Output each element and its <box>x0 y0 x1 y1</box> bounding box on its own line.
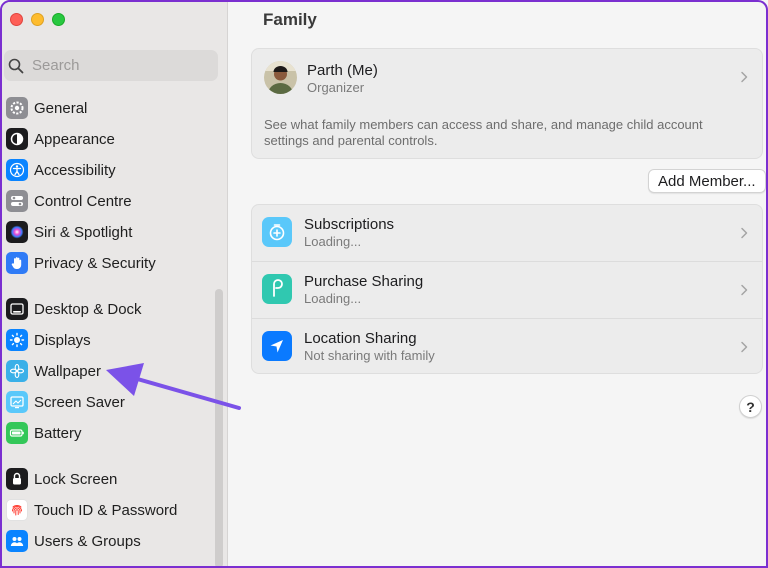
sidebar-item-accessibility[interactable]: Accessibility <box>6 157 116 183</box>
service-status: Loading... <box>304 234 362 249</box>
sidebar-item-label: Battery <box>34 424 82 442</box>
chevron-right-icon <box>741 71 748 83</box>
control-centre-icon <box>6 190 28 212</box>
help-button[interactable]: ? <box>739 395 762 418</box>
family-description: See what family members can access and s… <box>264 117 703 148</box>
sidebar-item-screen-saver[interactable]: Screen Saver <box>6 389 125 415</box>
sidebar-item-label: Accessibility <box>34 161 116 179</box>
gear-icon <box>6 97 28 119</box>
system-settings-window: Search General Appearance Accessibility … <box>0 0 768 568</box>
traffic-lights <box>10 13 65 26</box>
sidebar-item-general[interactable]: General <box>6 95 87 121</box>
page-title: Family <box>263 10 317 29</box>
subscriptions-icon <box>262 217 292 247</box>
dock-icon <box>6 298 28 320</box>
sun-icon <box>6 329 28 351</box>
sidebar-item-label: Lock Screen <box>34 470 118 488</box>
fingerprint-icon <box>6 499 28 521</box>
lock-icon <box>6 468 28 490</box>
search-placeholder: Search <box>32 57 80 74</box>
service-status: Not sharing with family <box>304 348 435 363</box>
service-title: Location Sharing <box>304 330 417 347</box>
sidebar-item-label: Siri & Spotlight <box>34 223 133 241</box>
chevron-right-icon <box>741 284 748 296</box>
screen-saver-icon <box>6 391 28 413</box>
sidebar-item-control-centre[interactable]: Control Centre <box>6 188 132 214</box>
sidebar-item-displays[interactable]: Displays <box>6 327 91 353</box>
sidebar-item-label: Control Centre <box>34 192 132 210</box>
location-sharing-row[interactable]: Location Sharing Not sharing with family <box>252 318 762 374</box>
sidebar-item-appearance[interactable]: Appearance <box>6 126 115 152</box>
sidebar-item-label: Displays <box>34 331 91 349</box>
sidebar-item-touch-id-password[interactable]: Touch ID & Password <box>6 497 177 523</box>
sidebar-item-users-groups[interactable]: Users & Groups <box>6 528 141 554</box>
minimize-window-button[interactable] <box>31 13 44 26</box>
sidebar-item-battery[interactable]: Battery <box>6 420 82 446</box>
flower-icon <box>6 360 28 382</box>
chevron-right-icon <box>741 227 748 239</box>
location-arrow-icon <box>262 331 292 361</box>
hand-icon <box>6 252 28 274</box>
member-name: Parth (Me) <box>307 62 378 79</box>
family-member-card: Parth (Me) Organizer See what family mem… <box>251 48 763 159</box>
sidebar-item-label: Users & Groups <box>34 532 141 550</box>
sidebar-item-siri-spotlight[interactable]: Siri & Spotlight <box>6 219 132 245</box>
sidebar-item-wallpaper[interactable]: Wallpaper <box>6 358 101 384</box>
sidebar-item-desktop-dock[interactable]: Desktop & Dock <box>6 296 142 322</box>
sidebar-item-privacy-security[interactable]: Privacy & Security <box>6 250 156 276</box>
sidebar-item-lock-screen[interactable]: Lock Screen <box>6 466 117 492</box>
search-icon <box>8 58 24 73</box>
appearance-icon <box>6 128 28 150</box>
service-title: Purchase Sharing <box>304 273 424 290</box>
sidebar-item-label: Wallpaper <box>34 362 101 380</box>
sidebar-scrollbar[interactable] <box>215 289 223 566</box>
purchase-sharing-row[interactable]: Purchase Sharing Loading... <box>252 261 762 317</box>
siri-icon <box>6 221 28 243</box>
avatar <box>264 61 297 94</box>
sidebar: Search General Appearance Accessibility … <box>2 2 228 566</box>
main-content: Family Parth (Me) Organizer See what fam… <box>229 2 766 566</box>
zoom-window-button[interactable] <box>52 13 65 26</box>
chevron-right-icon <box>741 341 748 353</box>
sidebar-item-label: Desktop & Dock <box>34 300 142 318</box>
sidebar-item-label: Privacy & Security <box>34 254 156 272</box>
accessibility-icon <box>6 159 28 181</box>
service-title: Subscriptions <box>304 216 395 233</box>
family-member-row[interactable]: Parth (Me) Organizer <box>252 49 762 105</box>
users-icon <box>6 530 28 552</box>
member-role: Organizer <box>307 80 365 95</box>
search-input[interactable]: Search <box>4 50 218 81</box>
service-status: Loading... <box>304 291 362 306</box>
sidebar-item-label: Screen Saver <box>34 393 125 411</box>
add-member-button[interactable]: Add Member... <box>648 169 766 193</box>
sidebar-item-label: General <box>34 99 88 117</box>
close-window-button[interactable] <box>10 13 23 26</box>
sidebar-item-label: Touch ID & Password <box>34 501 178 519</box>
battery-icon <box>6 422 28 444</box>
purchase-sharing-icon <box>262 274 292 304</box>
subscriptions-row[interactable]: Subscriptions Loading... <box>252 205 762 261</box>
family-services-card: Subscriptions Loading... Purchase Sharin… <box>251 204 763 374</box>
sidebar-item-label: Appearance <box>34 130 115 148</box>
